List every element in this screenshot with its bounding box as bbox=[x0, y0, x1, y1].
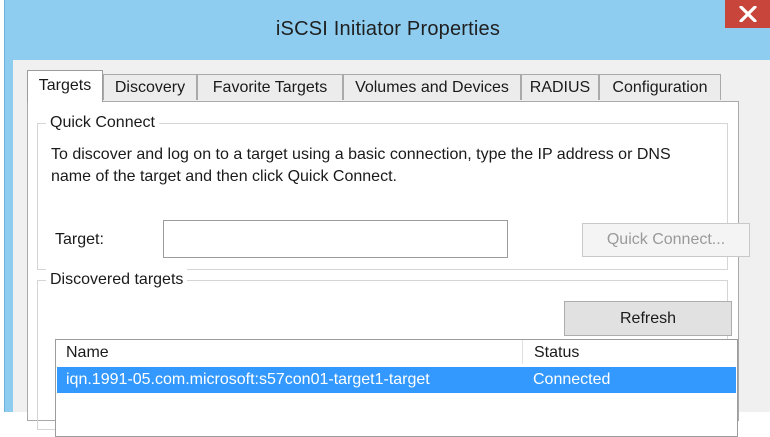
quick-connect-button[interactable]: Quick Connect... bbox=[582, 223, 750, 257]
tab-targets[interactable]: Targets bbox=[27, 70, 103, 102]
window-title: iSCSI Initiator Properties bbox=[275, 18, 501, 40]
tab-configuration[interactable]: Configuration bbox=[599, 74, 721, 100]
tab-volumes-and-devices[interactable]: Volumes and Devices bbox=[343, 74, 521, 100]
tab-favorite-targets[interactable]: Favorite Targets bbox=[197, 74, 343, 100]
quick-connect-description: To discover and log on to a target using… bbox=[51, 146, 671, 185]
list-header: Name Status bbox=[56, 340, 737, 364]
table-row[interactable]: iqn.1991-05.com.microsoft:s57con01-targe… bbox=[57, 367, 736, 393]
discovered-targets-list[interactable]: Name Status iqn.1991-05.com.microsoft:s5… bbox=[55, 339, 738, 437]
target-status-cell: Connected bbox=[533, 371, 611, 388]
close-icon bbox=[739, 6, 757, 22]
target-input[interactable] bbox=[163, 220, 508, 258]
refresh-button[interactable]: Refresh bbox=[564, 301, 732, 336]
tab-radius[interactable]: RADIUS bbox=[521, 74, 599, 100]
column-header-name[interactable]: Name bbox=[66, 342, 109, 364]
discovered-targets-group: Discovered targets Refresh Name Status i… bbox=[37, 269, 738, 437]
discovered-targets-title: Discovered targets bbox=[46, 269, 188, 291]
quick-connect-title: Quick Connect bbox=[46, 112, 159, 134]
targets-tab-panel: Quick Connect To discover and log on to … bbox=[27, 101, 750, 437]
iscsi-initiator-properties-window: iSCSI Initiator Properties Targets Disco… bbox=[4, 0, 770, 437]
column-divider[interactable] bbox=[522, 340, 523, 364]
dialog-client-area: Targets Discovery Favorite Targets Volum… bbox=[13, 60, 770, 437]
quick-connect-group: Quick Connect To discover and log on to … bbox=[37, 112, 750, 270]
title-bar[interactable]: iSCSI Initiator Properties bbox=[5, 0, 770, 60]
tab-discovery[interactable]: Discovery bbox=[103, 74, 197, 100]
target-name-cell: iqn.1991-05.com.microsoft:s57con01-targe… bbox=[66, 371, 430, 388]
close-button[interactable] bbox=[725, 0, 770, 28]
target-label: Target: bbox=[55, 231, 104, 248]
column-header-status[interactable]: Status bbox=[534, 342, 579, 364]
